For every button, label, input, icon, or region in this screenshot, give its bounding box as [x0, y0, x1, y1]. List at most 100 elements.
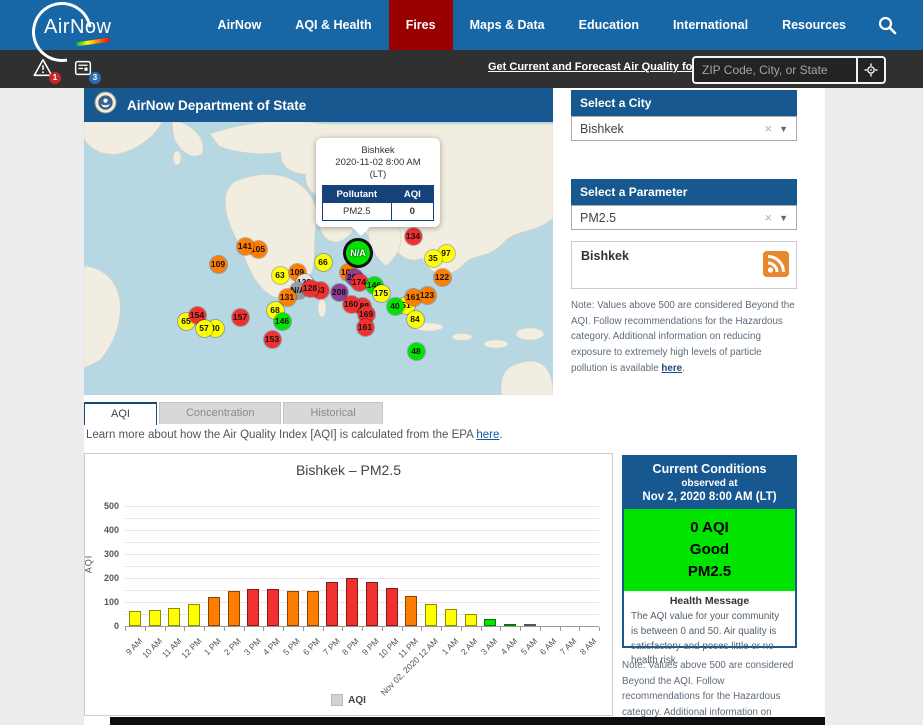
- tab-historical[interactable]: Historical: [283, 402, 382, 424]
- nav-item-maps-data[interactable]: Maps & Data: [453, 0, 562, 50]
- chart-x-tick-label: 1 AM: [439, 636, 460, 657]
- chart-bar-2-pm[interactable]: [228, 591, 240, 626]
- map-marker[interactable]: 66: [315, 254, 332, 271]
- chart-bar-2-am[interactable]: [465, 614, 477, 626]
- map-marker[interactable]: 63: [272, 267, 289, 284]
- nav-item-resources[interactable]: Resources: [765, 0, 863, 50]
- map-marker[interactable]: 131: [279, 289, 296, 306]
- sidebar-note-link[interactable]: here: [661, 363, 682, 374]
- chart-bar-8-pm[interactable]: [346, 578, 358, 626]
- conditions-subtitle: observed at: [626, 478, 793, 489]
- chart-bar-10-am[interactable]: [149, 610, 161, 626]
- chart-bar-3-pm[interactable]: [247, 589, 259, 626]
- rss-feed-icon[interactable]: [763, 251, 789, 282]
- map-marker[interactable]: 84: [407, 311, 424, 328]
- parameter-caret-icon[interactable]: ▼: [779, 213, 796, 223]
- chart-x-tick: [125, 627, 126, 631]
- nav-item-fires[interactable]: Fires: [389, 0, 453, 50]
- chart-bar-7-pm[interactable]: [326, 582, 338, 626]
- airnow-logo[interactable]: AirNow: [28, 0, 120, 60]
- chart-x-tick-label: 11 AM: [160, 636, 184, 660]
- chart-x-tick-label: 7 AM: [558, 636, 579, 657]
- tab-aqi[interactable]: AQI: [84, 402, 157, 425]
- chart-x-tick: [520, 627, 521, 631]
- tooltip-aqi-header: AQI: [392, 186, 433, 203]
- tooltip-table: Pollutant AQI PM2.5 0: [322, 185, 434, 221]
- map-marker[interactable]: 141: [237, 238, 254, 255]
- map-marker[interactable]: 123: [419, 287, 436, 304]
- chart-bar-4-pm[interactable]: [267, 589, 279, 626]
- chart-gridline: [125, 554, 599, 555]
- city-select[interactable]: Bishkek × ▼: [571, 116, 797, 141]
- aqi-bar-chart: Bishkek – PM2.5 AQI 01002003004005009 AM…: [84, 453, 613, 716]
- nav-item-international[interactable]: International: [656, 0, 765, 50]
- parameter-select-value: PM2.5: [572, 211, 757, 225]
- locate-button[interactable]: [856, 58, 884, 82]
- chart-bar-5-am[interactable]: [524, 624, 536, 626]
- map-marker[interactable]: 35: [425, 250, 442, 267]
- chart-x-tick-label: 2 AM: [459, 636, 480, 657]
- dept-of-state-seal-icon: [94, 91, 117, 119]
- chart-x-tick-label: 6 AM: [538, 636, 559, 657]
- chart-bar-11-am[interactable]: [168, 608, 180, 626]
- conditions-note: Note: Values above 500 are considered Be…: [622, 658, 802, 725]
- map-marker[interactable]: 175: [373, 285, 390, 302]
- select-city-header: Select a City: [571, 90, 797, 116]
- map-marker[interactable]: 40: [387, 298, 404, 315]
- map-marker[interactable]: 134: [405, 228, 422, 245]
- chart-bar-4-am[interactable]: [504, 624, 516, 626]
- zip-search-input[interactable]: [694, 58, 856, 82]
- parameter-clear-icon[interactable]: ×: [757, 210, 779, 225]
- chart-bar-6-pm[interactable]: [307, 591, 319, 626]
- news-count-badge: 3: [89, 72, 101, 84]
- chart-bar-3-am[interactable]: [484, 619, 496, 626]
- search-icon[interactable]: [877, 15, 897, 35]
- chart-x-tick: [540, 627, 541, 631]
- map-marker[interactable]: 122: [434, 269, 451, 286]
- nav-item-aqi-health[interactable]: AQI & Health: [278, 0, 388, 50]
- parameter-select[interactable]: PM2.5 × ▼: [571, 205, 797, 230]
- chart-bar-11-pm[interactable]: [405, 596, 417, 626]
- map-tooltip: Bishkek 2020-11-02 8:00 AM (LT) Pollutan…: [316, 138, 440, 227]
- map-marker[interactable]: 48: [408, 343, 425, 360]
- nav-item-airnow[interactable]: AirNow: [201, 0, 279, 50]
- map-marker[interactable]: 157: [232, 309, 249, 326]
- city-caret-icon[interactable]: ▼: [779, 124, 796, 134]
- chart-bar-1-am[interactable]: [445, 609, 457, 626]
- conditions-title: Current Conditions: [626, 462, 793, 476]
- news-icon[interactable]: 3: [72, 57, 96, 81]
- map-marker[interactable]: 146: [274, 313, 291, 330]
- map-marker[interactable]: 57: [196, 320, 213, 337]
- chart-bar-9-pm[interactable]: [366, 582, 378, 626]
- chart-x-tick-label: 7 PM: [320, 636, 341, 657]
- chart-bar-12-pm[interactable]: [188, 604, 200, 626]
- city-clear-icon[interactable]: ×: [757, 121, 779, 136]
- map-marker[interactable]: 161: [357, 319, 374, 336]
- chart-x-tick-label: 10 AM: [140, 636, 164, 660]
- footer-top-bar: [110, 717, 825, 725]
- chart-bar-nov-02-2020-12-am[interactable]: [425, 604, 437, 626]
- chart-x-tick-label: 4 AM: [498, 636, 519, 657]
- chart-bar-1-pm[interactable]: [208, 597, 220, 626]
- chart-bar-10-pm[interactable]: [386, 588, 398, 626]
- world-aqi-map[interactable]: 10514110963109130N/A53128131681466515430…: [84, 122, 553, 395]
- learn-more-link[interactable]: here: [476, 429, 499, 441]
- tab-concentration[interactable]: Concentration: [159, 402, 282, 424]
- learn-more-suffix: .: [499, 429, 502, 441]
- chart-x-tick: [283, 627, 284, 631]
- map-marker-selected[interactable]: N/A: [343, 238, 373, 268]
- conditions-aqi-value: 0 AQI: [624, 517, 795, 539]
- current-conditions-panel: Current Conditions observed at Nov 2, 20…: [622, 455, 797, 648]
- map-marker[interactable]: 174: [351, 274, 368, 291]
- map-marker[interactable]: 128: [302, 280, 319, 297]
- map-marker[interactable]: 109: [210, 256, 227, 273]
- chart-x-tick-label: 2 PM: [222, 636, 243, 657]
- chart-bar-5-pm[interactable]: [287, 591, 299, 626]
- map-marker[interactable]: 160: [343, 296, 360, 313]
- nav-item-education[interactable]: Education: [562, 0, 656, 50]
- map-marker[interactable]: 153: [264, 331, 281, 348]
- chart-bar-9-am[interactable]: [129, 611, 141, 626]
- chart-y-tick-label: 200: [91, 573, 119, 583]
- chart-x-tick: [461, 627, 462, 631]
- chart-x-tick: [323, 627, 324, 631]
